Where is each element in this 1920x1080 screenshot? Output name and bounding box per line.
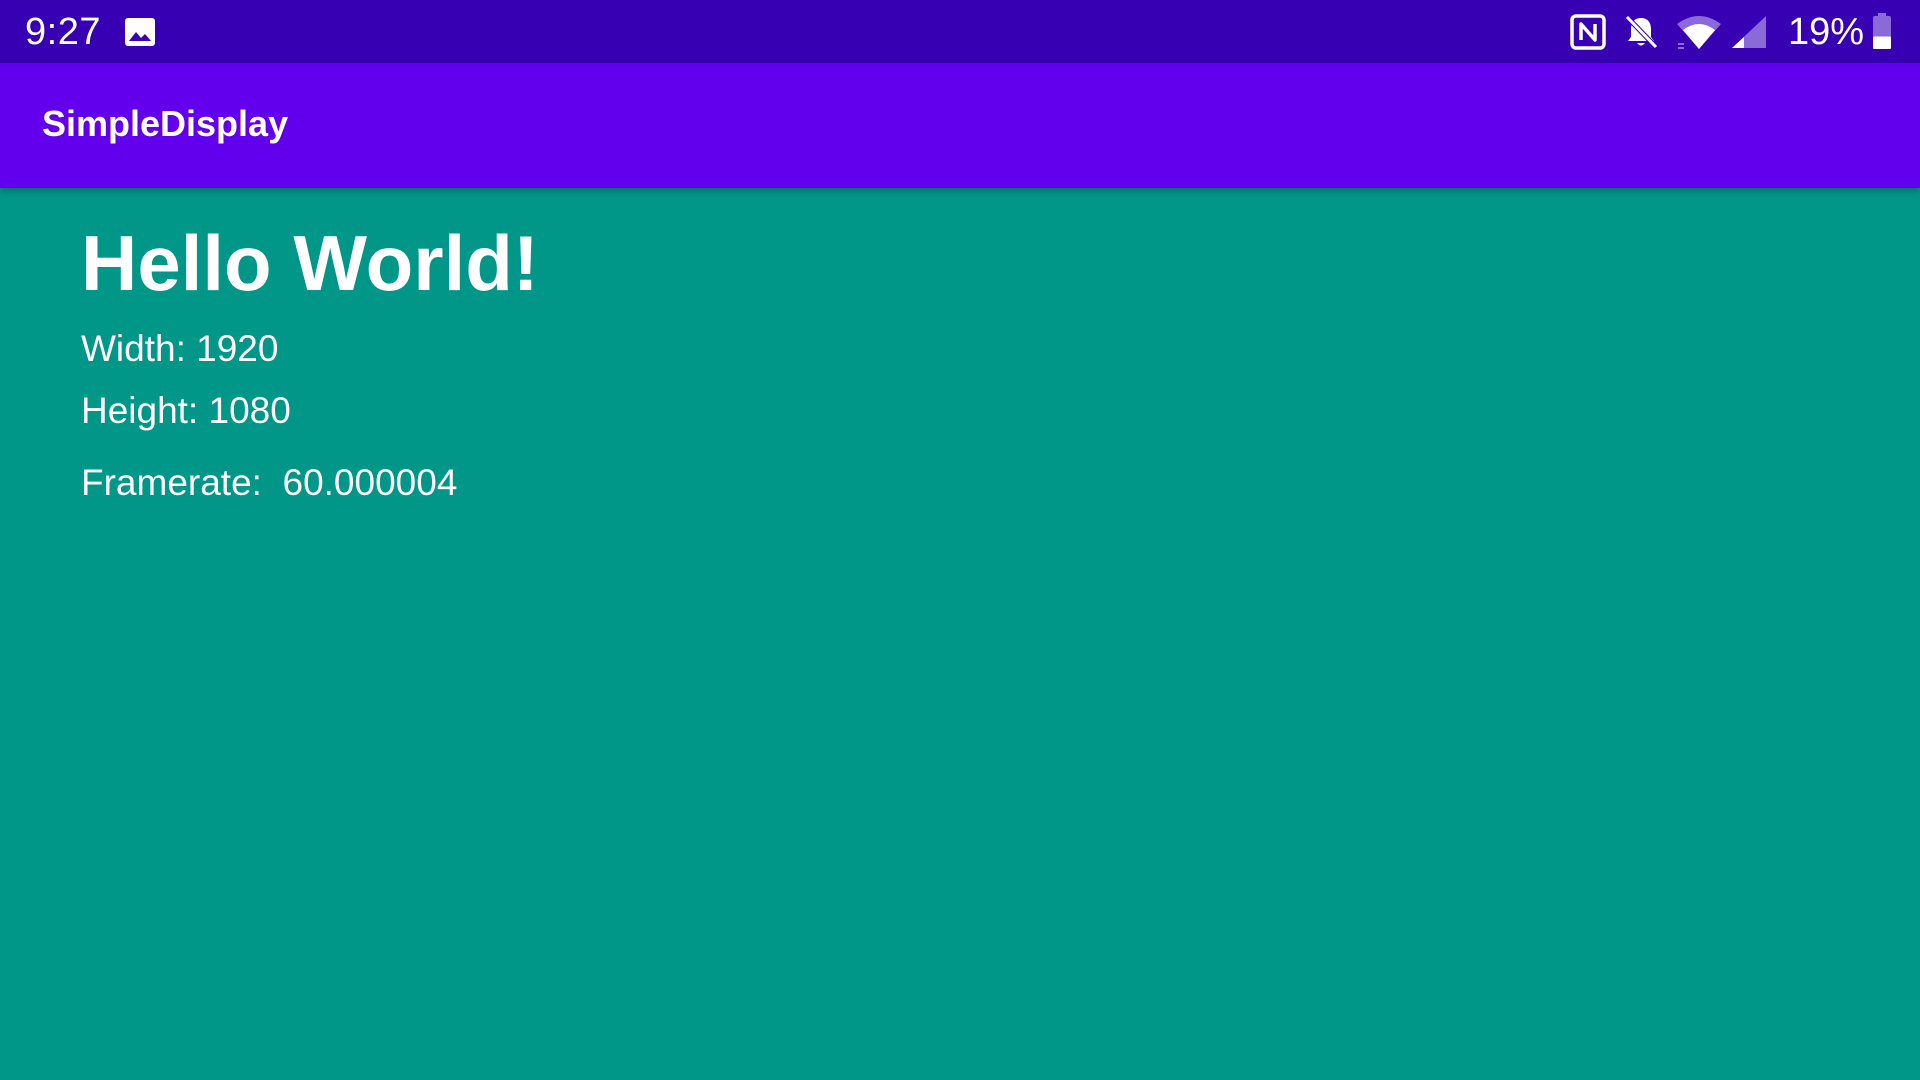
nfc-icon [1570, 14, 1606, 50]
battery-level-fill [1873, 36, 1891, 49]
app-screen: 9:27 19% SimpleDisplay Hello World! Widt… [0, 0, 1920, 1080]
signal-icon [1730, 14, 1768, 50]
gallery-icon [124, 17, 156, 47]
battery-percentage: 19% [1788, 11, 1865, 53]
height-label: Height: 1080 [81, 390, 291, 431]
status-time: 9:27 [25, 11, 101, 53]
bell-off-icon [1622, 13, 1660, 51]
app-title: SimpleDisplay [42, 103, 289, 144]
status-bar: 9:27 19% [0, 0, 1920, 63]
wifi-icon [1676, 14, 1722, 50]
app-bar: SimpleDisplay [0, 63, 1920, 188]
hello-heading: Hello World! [81, 219, 539, 307]
framerate-label: Framerate: 60.000004 [81, 462, 458, 503]
width-label: Width: 1920 [81, 328, 279, 369]
battery-icon [1872, 12, 1892, 50]
